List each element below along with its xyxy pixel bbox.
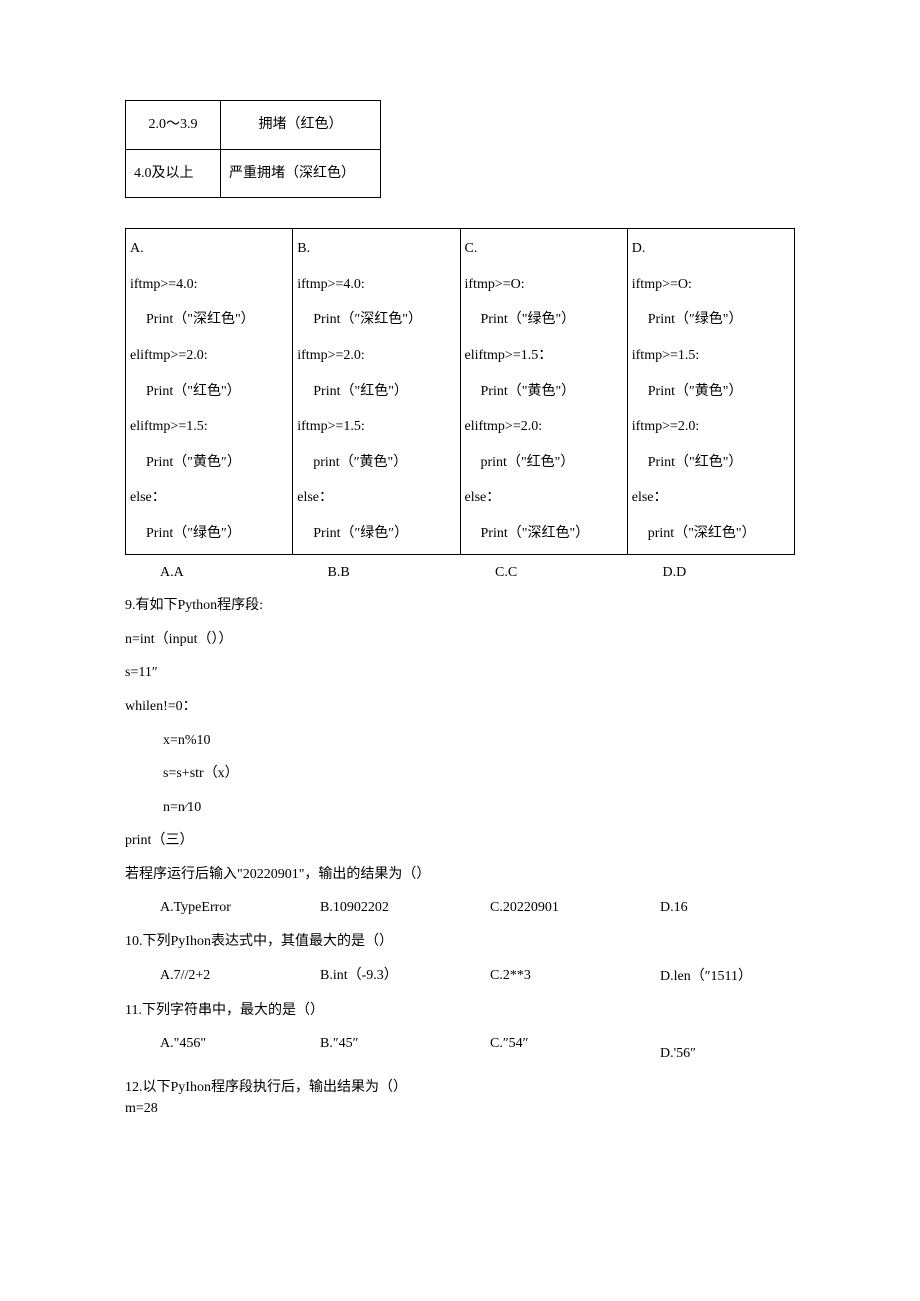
code-line: n=int（input（）） (125, 630, 795, 650)
code-line: eliftmp>=2.0: (461, 409, 627, 445)
code-line: Print（″黄色"） (628, 374, 794, 410)
table-cell: 拥堵（红色） (221, 101, 381, 150)
q8-options: A.A B.B C.C D.D (125, 563, 795, 583)
code-line: eliftmp>=2.0: (126, 338, 292, 374)
option-header: B. (293, 231, 459, 267)
code-line: n=n⁄10 (125, 798, 795, 818)
code-line: else： (628, 480, 794, 516)
code-line: iftmp>=2.0: (628, 409, 794, 445)
code-option-c: C. iftmp>=O: Print（"绿色"） eliftmp>=1.5： P… (460, 229, 627, 554)
option-b: B.10902202 (285, 898, 455, 918)
code-line: iftmp>=4.0: (126, 267, 292, 303)
option-c: C.20220901 (455, 898, 625, 918)
option-a: A.7//2+2 (125, 966, 285, 986)
option-d: D.'56″ (625, 1034, 785, 1064)
option-a: A.A (125, 563, 293, 583)
code-line: Print（"黄色"） (461, 374, 627, 410)
option-a: A.TypeError (125, 898, 285, 918)
code-option-b: B. iftmp>=4.0: Print（″深红色"） iftmp>=2.0: … (293, 229, 460, 554)
code-line: iftmp>=4.0: (293, 267, 459, 303)
option-b: B.″45″ (285, 1034, 455, 1054)
code-line: s=s+str（x） (125, 764, 795, 784)
q11-options: A."456" B.″45″ C.″54″ D.'56″ (125, 1034, 795, 1064)
code-line: m=28 (125, 1099, 795, 1119)
option-a: A."456" (125, 1034, 285, 1054)
code-line: print（"红色"） (461, 445, 627, 481)
code-line: Print（″绿色″） (293, 516, 459, 552)
option-c: C.″54″ (455, 1034, 625, 1054)
option-header: A. (126, 231, 292, 267)
code-line: iftmp>=2.0: (293, 338, 459, 374)
code-line: whilen!=0： (125, 697, 795, 717)
q9-prompt: 若程序运行后输入"20220901"，输出的结果为（） (125, 865, 795, 885)
code-options-table: A. iftmp>=4.0: Print（"深红色"） eliftmp>=2.0… (125, 228, 795, 554)
code-line: Print（″绿色"） (628, 302, 794, 338)
option-d: D.D (628, 563, 796, 583)
code-line: Print（"深红色"） (461, 516, 627, 552)
code-line: x=n%10 (125, 731, 795, 751)
option-c: C.C (460, 563, 628, 583)
option-header: D. (628, 231, 794, 267)
q9-options: A.TypeError B.10902202 C.20220901 D.16 (125, 898, 795, 918)
code-option-a: A. iftmp>=4.0: Print（"深红色"） eliftmp>=2.0… (126, 229, 293, 554)
option-c: C.2**3 (455, 966, 625, 986)
q10-options: A.7//2+2 B.int（-9.3） C.2**3 D.len（″1511） (125, 966, 795, 987)
code-line: Print（"红色"） (628, 445, 794, 481)
option-d: D.len（″1511） (625, 966, 785, 987)
option-d: D.16 (625, 898, 785, 918)
code-line: iftmp>=1.5: (628, 338, 794, 374)
congestion-table: 2.0～3.9 拥堵（红色） 4.0及以上 严重拥堵（深红色） (125, 100, 381, 198)
code-line: Print（"红色"） (126, 374, 292, 410)
table-cell: 2.0～3.9 (126, 101, 221, 150)
code-line: iftmp>=O: (461, 267, 627, 303)
code-line: eliftmp>=1.5: (126, 409, 292, 445)
code-line: else： (126, 480, 292, 516)
option-header: C. (461, 231, 627, 267)
code-line: Print（"红色"） (293, 374, 459, 410)
code-line: else： (461, 480, 627, 516)
code-line: s=11″ (125, 663, 795, 683)
code-line: iftmp>=O: (628, 267, 794, 303)
table-cell: 严重拥堵（深红色） (221, 149, 381, 198)
code-line: eliftmp>=1.5： (461, 338, 627, 374)
q12-title: 12.以下PyIhon程序段执行后，输出结果为（） (125, 1078, 795, 1098)
code-line: Print（″绿色″） (126, 516, 292, 552)
option-b: B.int（-9.3） (285, 966, 455, 986)
code-line: Print（"绿色"） (461, 302, 627, 338)
code-line: Print（"深红色"） (126, 302, 292, 338)
code-line: Print（″黄色″） (126, 445, 292, 481)
q11-title: 11.下列字符串中，最大的是（） (125, 1001, 795, 1021)
code-line: Print（″深红色"） (293, 302, 459, 338)
code-line: iftmp>=1.5: (293, 409, 459, 445)
code-line: print（三） (125, 831, 795, 851)
option-b: B.B (293, 563, 461, 583)
code-line: print（"深红色"） (628, 516, 794, 552)
code-line: print（″黄色"） (293, 445, 459, 481)
q10-title: 10.下列PyIhon表达式中，其值最大的是（） (125, 932, 795, 952)
table-cell: 4.0及以上 (126, 149, 221, 198)
code-line: else： (293, 480, 459, 516)
q9-title: 9.有如下Python程序段: (125, 596, 795, 616)
code-option-d: D. iftmp>=O: Print（″绿色"） iftmp>=1.5: Pri… (627, 229, 794, 554)
